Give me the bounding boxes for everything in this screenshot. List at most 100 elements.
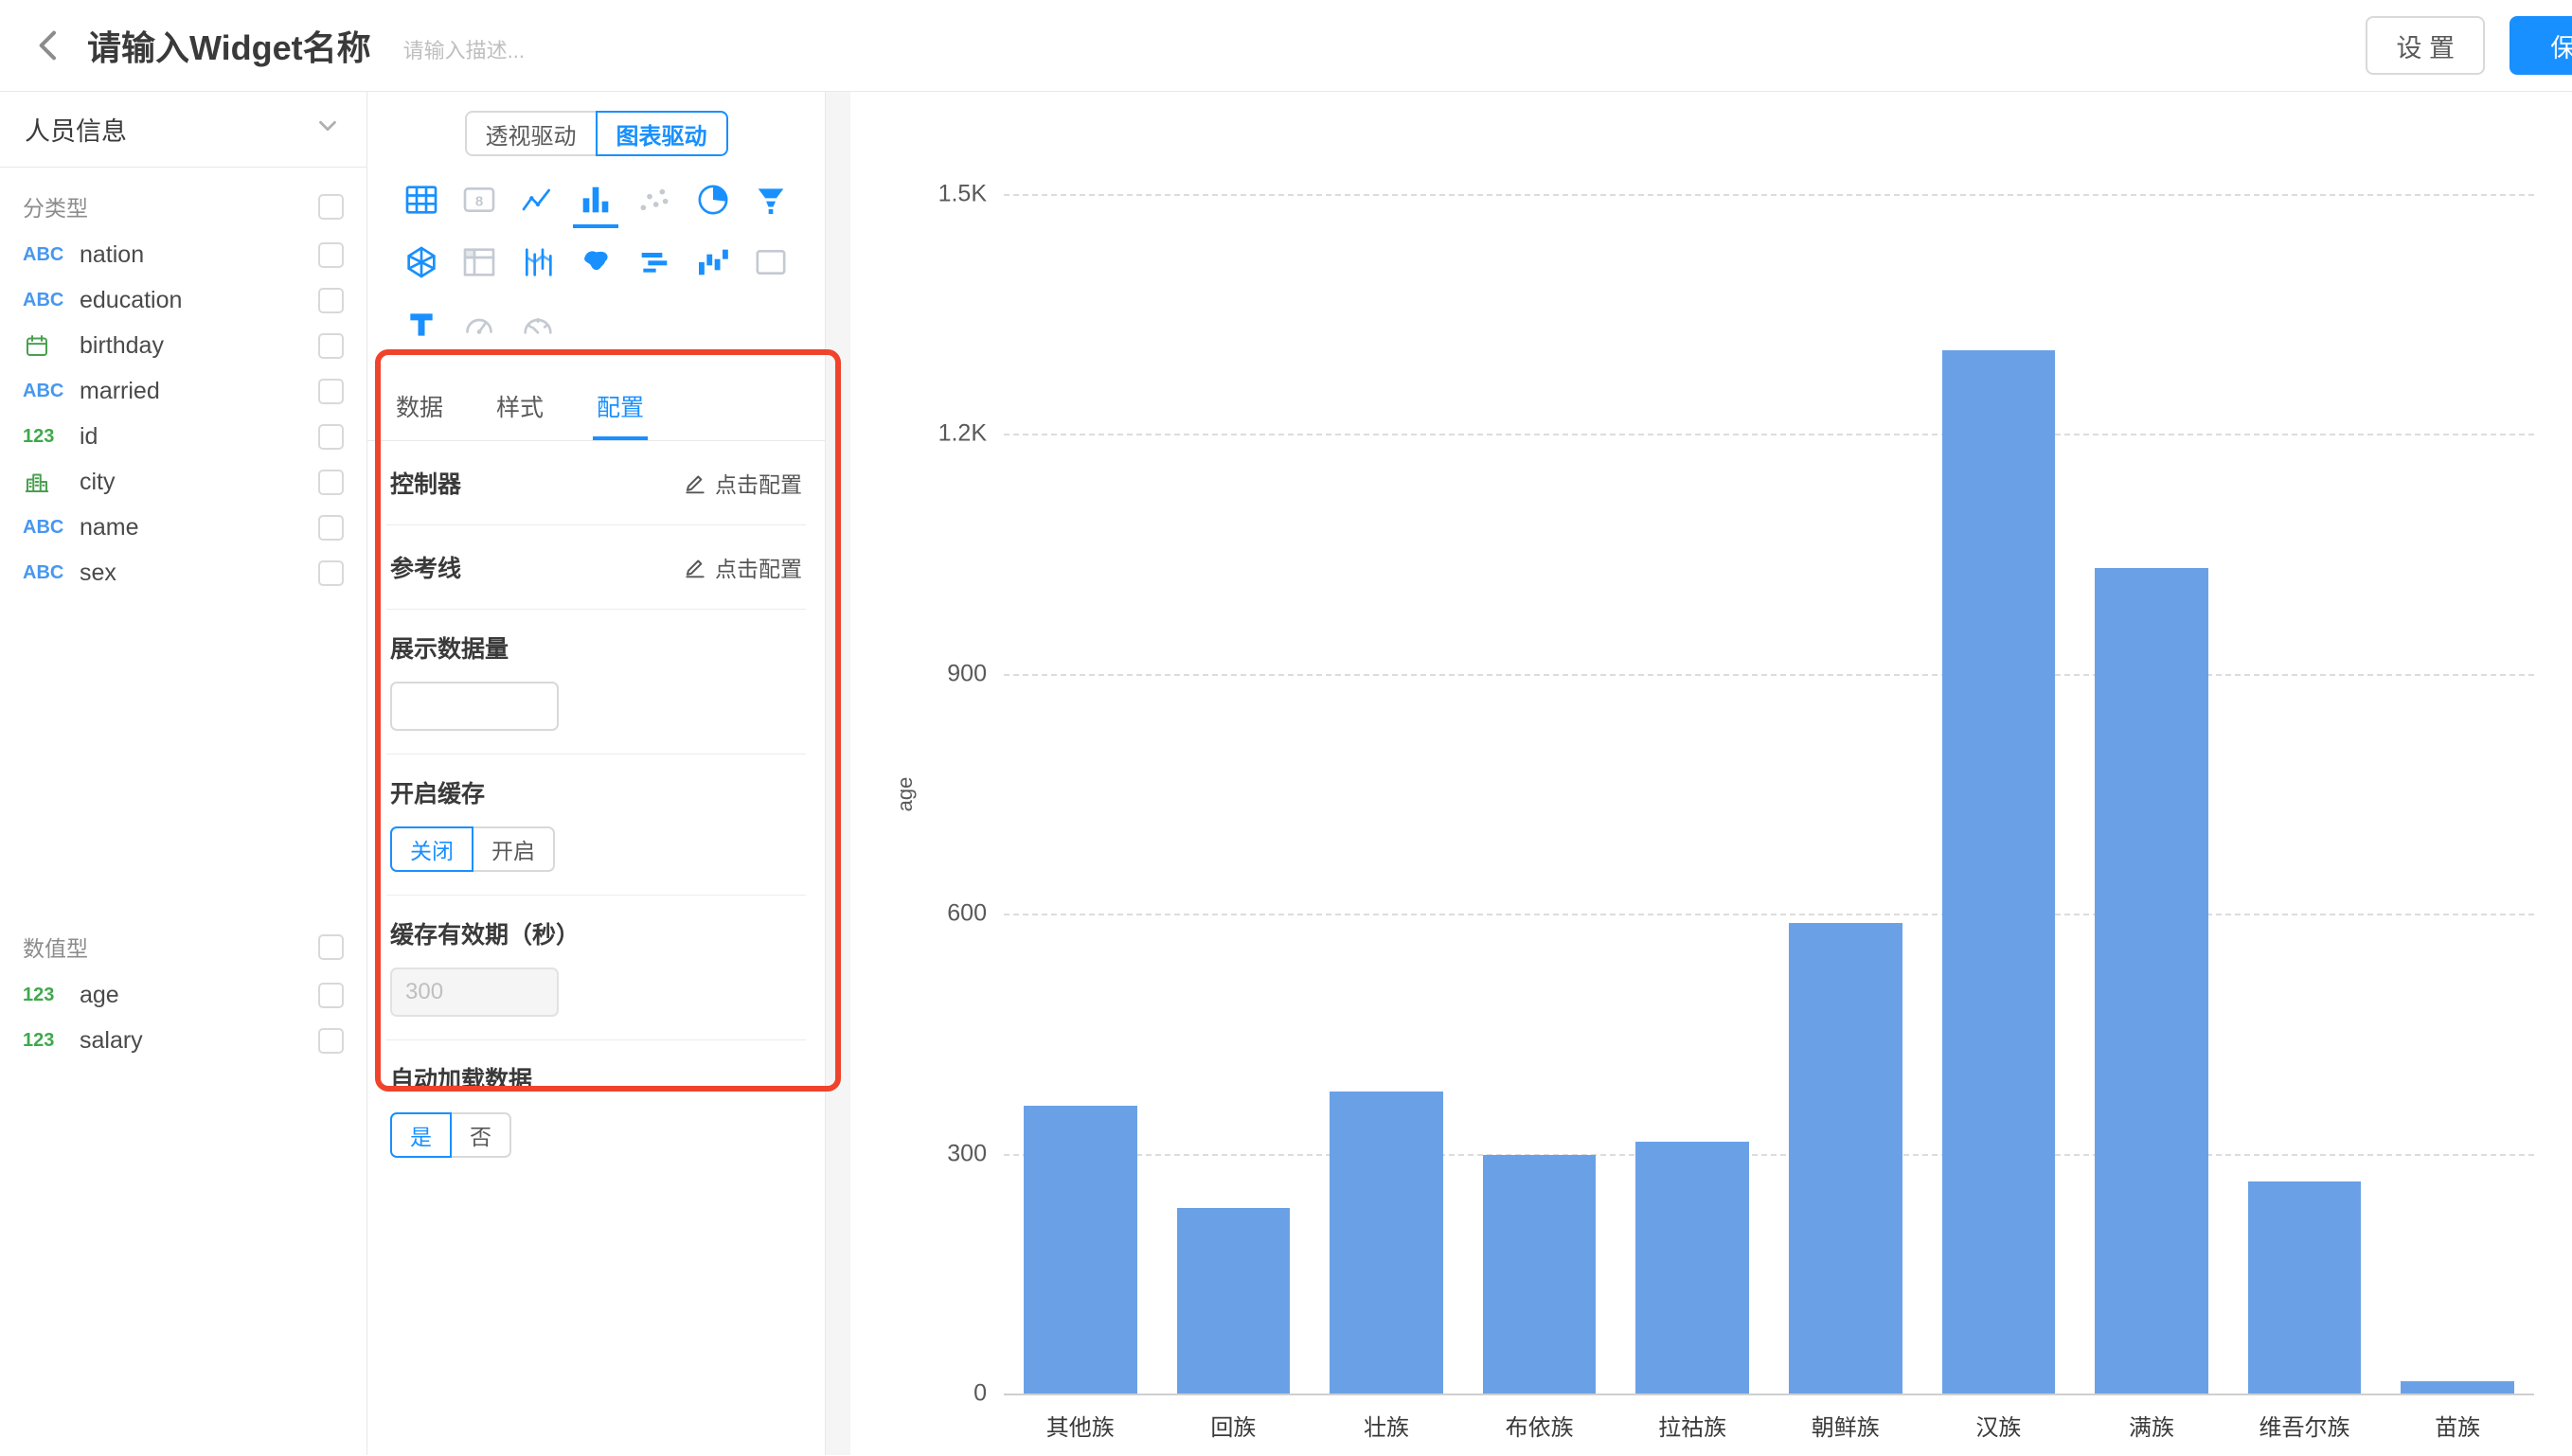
bar-cell-维吾尔族 (2228, 194, 2382, 1394)
controller-configure-link[interactable]: 点击配置 (683, 467, 802, 499)
cache-toggle-option-0[interactable]: 关闭 (390, 826, 473, 872)
cache-ttl-input[interactable] (390, 968, 559, 1017)
field-checkbox[interactable] (318, 515, 344, 541)
field-checkbox[interactable] (318, 242, 344, 268)
bar-苗族[interactable] (2401, 1381, 2514, 1394)
parallel-chart-icon[interactable] (515, 238, 561, 291)
iframe-icon[interactable] (748, 238, 794, 291)
svg-text:8: 8 (475, 193, 483, 209)
pivot-table-icon[interactable] (456, 238, 502, 291)
x-tick-label: 其他族 (1004, 1409, 1157, 1442)
back-button[interactable] (21, 17, 78, 74)
field-list: ABCnationABCeducationbirthdayABCmarried1… (0, 232, 366, 595)
save-button[interactable]: 保 存 (2509, 16, 2572, 75)
field-row-salary[interactable]: 123salary (0, 1018, 366, 1063)
bar-cell-其他族 (1004, 194, 1157, 1394)
autoload-toggle-option-0[interactable]: 是 (390, 1112, 452, 1158)
autoload-toggle-option-1[interactable]: 否 (450, 1112, 511, 1158)
field-section-categorical: 分类型 ABCnationABCeducationbirthdayABCmarr… (0, 168, 366, 595)
wordcloud-chart-icon[interactable] (632, 238, 677, 291)
field-checkbox[interactable] (318, 560, 344, 586)
x-tick-label: 汉族 (1922, 1409, 2076, 1442)
bar-cell-回族 (1157, 194, 1311, 1394)
widget-name-input[interactable]: 请输入Widget名称 (87, 21, 371, 70)
field-checkbox[interactable] (318, 379, 344, 404)
field-row-age[interactable]: 123age (0, 972, 366, 1018)
field-checkbox[interactable] (318, 424, 344, 450)
line-chart-icon[interactable] (515, 175, 561, 228)
bar-拉祜族[interactable] (1635, 1142, 1749, 1394)
header-actions: 设 置 保 存 (2366, 0, 2572, 91)
funnel-chart-icon[interactable] (748, 175, 794, 228)
text-icon[interactable] (399, 300, 444, 353)
bar-cell-壮族 (1310, 194, 1463, 1394)
panel-tabs-option-2[interactable]: 配置 (593, 372, 648, 440)
section-label: 分类型 (23, 190, 88, 222)
map-chart-icon[interactable] (573, 238, 618, 291)
mode-toggle-option-1[interactable]: 图表驱动 (596, 111, 728, 156)
field-name: age (80, 982, 119, 1009)
x-axis-labels: 其他族回族壮族布依族拉祜族朝鲜族汉族满族维吾尔族苗族 (1004, 1409, 2534, 1442)
field-row-id[interactable]: 123id (0, 414, 366, 459)
field-row-city[interactable]: city (0, 459, 366, 505)
field-checkbox[interactable] (318, 288, 344, 313)
field-row-sex[interactable]: ABCsex (0, 550, 366, 595)
y-tick-label: 1.5K (938, 181, 987, 208)
panel-tabs: 数据样式配置 (367, 372, 825, 441)
waterfall-chart-icon[interactable] (690, 238, 736, 291)
bar-chart-icon[interactable] (573, 175, 618, 228)
string-type-badge: ABC (23, 381, 80, 402)
controller-configure-text: 点击配置 (715, 467, 802, 499)
field-row-married[interactable]: ABCmarried (0, 368, 366, 414)
scorecard-icon[interactable]: 8 (456, 175, 502, 228)
bar-维吾尔族[interactable] (2248, 1181, 2362, 1394)
number-type-badge: 123 (23, 426, 80, 448)
bar-回族[interactable] (1177, 1208, 1291, 1394)
field-list: 123age123salary (0, 972, 366, 1063)
bars-layer (1004, 194, 2534, 1394)
x-tick-label: 拉祜族 (1616, 1409, 1769, 1442)
cache-toggle-option-1[interactable]: 开启 (472, 826, 555, 872)
mode-toggle-option-0[interactable]: 透视驱动 (465, 111, 598, 156)
bar-布依族[interactable] (1483, 1155, 1597, 1394)
number-type-badge: 123 (23, 1030, 80, 1052)
widget-description-input[interactable]: 请输入描述... (403, 27, 525, 64)
panel-tabs-option-0[interactable]: 数据 (392, 372, 447, 440)
field-checkbox[interactable] (318, 470, 344, 495)
bar-朝鲜族[interactable] (1789, 923, 1902, 1394)
radar-chart-icon[interactable] (399, 238, 444, 291)
field-row-name[interactable]: ABCname (0, 505, 366, 550)
gridline-0 (1004, 1394, 2534, 1395)
field-name: salary (80, 1027, 143, 1055)
number-type-badge: 123 (23, 985, 80, 1006)
view-selector[interactable]: 人员信息 (0, 92, 366, 168)
pie-chart-icon[interactable] (690, 175, 736, 228)
section-checkbox[interactable] (318, 194, 344, 220)
settings-button[interactable]: 设 置 (2366, 16, 2485, 75)
field-checkbox[interactable] (318, 1028, 344, 1054)
field-name: id (80, 423, 98, 451)
bar-其他族[interactable] (1024, 1106, 1137, 1394)
section-checkbox[interactable] (318, 934, 344, 960)
reference-line-configure-link[interactable]: 点击配置 (683, 551, 802, 583)
field-row-nation[interactable]: ABCnation (0, 232, 366, 277)
dial-chart-icon[interactable] (515, 300, 561, 353)
table-icon[interactable] (399, 175, 444, 228)
bar-汉族[interactable] (1942, 350, 2056, 1394)
gauge-chart-icon[interactable] (456, 300, 502, 353)
field-sidebar: 人员信息 分类型 ABCnationABCeducationbirthdayAB… (0, 92, 367, 1455)
display-count-input[interactable] (390, 682, 559, 731)
field-checkbox[interactable] (318, 333, 344, 359)
panel-tabs-option-1[interactable]: 样式 (492, 372, 547, 440)
sidebar-spacer (0, 595, 366, 908)
bar-壮族[interactable] (1330, 1092, 1443, 1394)
field-row-birthday[interactable]: birthday (0, 323, 366, 368)
section-label: 数值型 (23, 931, 88, 963)
reference-line-configure-text: 点击配置 (715, 551, 802, 583)
bar-满族[interactable] (2095, 568, 2208, 1394)
field-checkbox[interactable] (318, 983, 344, 1008)
string-type-badge: ABC (23, 244, 80, 266)
scatter-chart-icon[interactable] (632, 175, 677, 228)
string-type-badge: ABC (23, 290, 80, 311)
field-row-education[interactable]: ABCeducation (0, 277, 366, 323)
